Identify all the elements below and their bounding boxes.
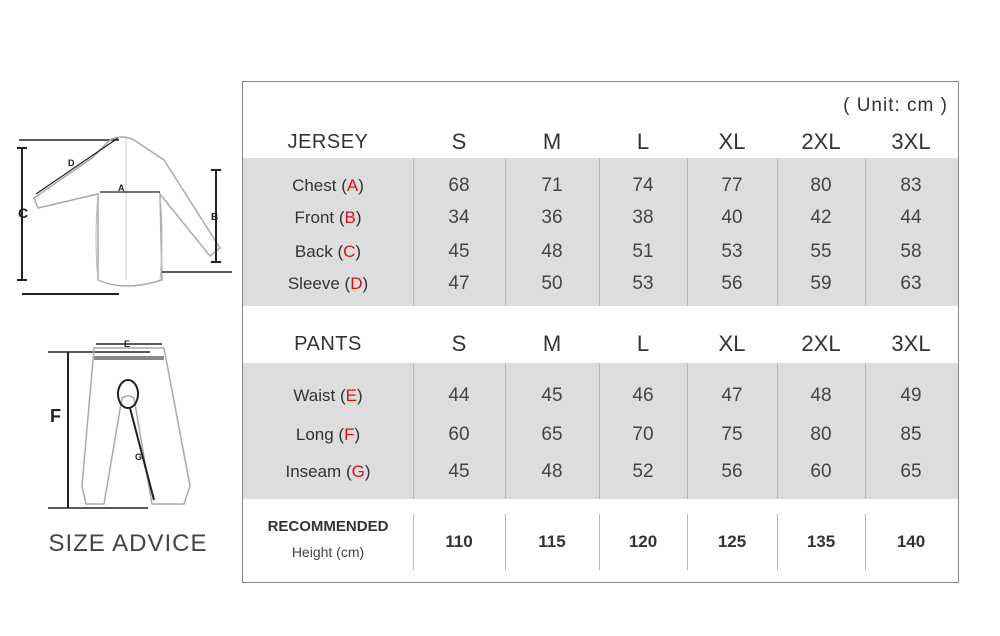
size-advice-caption: SIZE ADVICE bbox=[48, 530, 208, 557]
size-header: L bbox=[636, 129, 650, 154]
letter-g: G bbox=[135, 452, 142, 462]
value-cell: 40 bbox=[721, 207, 743, 228]
value-cell: 45 bbox=[448, 241, 470, 262]
value-cell: 47 bbox=[721, 385, 743, 406]
value-cell: 77 bbox=[721, 175, 743, 196]
value-cell: 36 bbox=[541, 207, 563, 228]
table-row: Waist (E) 44 45 46 47 48 49 bbox=[243, 382, 958, 410]
value-cell: 83 bbox=[900, 175, 922, 196]
letter-c: C bbox=[18, 205, 28, 221]
letter-d: D bbox=[68, 158, 75, 168]
measure-label: Chest (A) bbox=[292, 176, 364, 195]
pants-diagram: E F G bbox=[48, 339, 191, 509]
value-cell: 48 bbox=[810, 385, 832, 406]
value-cell: 60 bbox=[448, 424, 470, 445]
size-header: 2XL bbox=[801, 331, 841, 356]
value-cell: 80 bbox=[810, 424, 832, 445]
value-cell: 56 bbox=[721, 273, 743, 294]
size-header: M bbox=[542, 129, 562, 154]
value-cell: 53 bbox=[721, 241, 743, 262]
size-header: 2XL bbox=[801, 129, 841, 154]
letter-b: B bbox=[211, 212, 218, 223]
value-cell: 44 bbox=[900, 207, 922, 228]
measure-label: Front (B) bbox=[294, 208, 362, 227]
size-chart-table: ( Unit: cm ) JERSEY S M L XL 2XL 3XL Che… bbox=[242, 81, 959, 583]
height-cell: 125 bbox=[717, 532, 747, 551]
value-cell: 63 bbox=[900, 273, 922, 294]
measure-label: Long (F) bbox=[295, 425, 361, 444]
value-cell: 42 bbox=[810, 207, 832, 228]
value-cell: 58 bbox=[900, 241, 922, 262]
jersey-header-row: JERSEY S M L XL 2XL 3XL bbox=[243, 122, 958, 162]
size-header: S bbox=[451, 129, 467, 154]
table-row: Back (C) 45 48 51 53 55 58 bbox=[243, 238, 958, 266]
value-cell: 49 bbox=[900, 385, 922, 406]
value-cell: 52 bbox=[632, 461, 654, 482]
value-cell: 80 bbox=[810, 175, 832, 196]
value-cell: 45 bbox=[541, 385, 563, 406]
height-cell: 120 bbox=[628, 532, 658, 551]
value-cell: 74 bbox=[632, 175, 654, 196]
pants-measure-band: Waist (E) 44 45 46 47 48 49 Long (F) 60 … bbox=[243, 363, 958, 499]
table-row: Front (B) 34 36 38 40 42 44 bbox=[243, 204, 958, 232]
measure-label: Back (C) bbox=[294, 242, 362, 261]
value-cell: 34 bbox=[448, 207, 470, 228]
measure-label: Sleeve (D) bbox=[287, 274, 369, 293]
value-cell: 48 bbox=[541, 461, 563, 482]
value-cell: 50 bbox=[541, 273, 563, 294]
jersey-diagram: C D A B bbox=[17, 136, 232, 295]
recommended-label: RECOMMENDED Height (cm) bbox=[243, 518, 413, 560]
recommended-title: RECOMMENDED bbox=[267, 518, 389, 535]
jersey-measure-band: Chest (A) 68 71 74 77 80 83 Front (B) 34… bbox=[243, 158, 958, 306]
table-row: Inseam (G) 45 48 52 56 60 65 bbox=[243, 458, 958, 486]
value-cell: 65 bbox=[900, 461, 922, 482]
value-cell: 45 bbox=[448, 461, 470, 482]
size-header: XL bbox=[718, 129, 746, 154]
pants-header-row: PANTS S M L XL 2XL 3XL bbox=[243, 324, 958, 364]
pants-title: PANTS bbox=[294, 333, 362, 355]
value-cell: 60 bbox=[810, 461, 832, 482]
value-cell: 38 bbox=[632, 207, 654, 228]
value-cell: 71 bbox=[541, 175, 563, 196]
letter-f: F bbox=[50, 406, 61, 426]
value-cell: 51 bbox=[632, 241, 654, 262]
size-header: L bbox=[636, 331, 650, 356]
value-cell: 47 bbox=[448, 273, 470, 294]
size-header: 3XL bbox=[891, 129, 931, 154]
unit-note: ( Unit: cm ) bbox=[843, 95, 948, 116]
value-cell: 68 bbox=[448, 175, 470, 196]
height-cell: 110 bbox=[445, 532, 473, 551]
measure-label: Inseam (G) bbox=[285, 462, 371, 481]
jersey-title: JERSEY bbox=[287, 131, 369, 153]
value-cell: 75 bbox=[721, 424, 743, 445]
value-cell: 46 bbox=[632, 385, 654, 406]
value-cell: 85 bbox=[900, 424, 922, 445]
value-cell: 44 bbox=[448, 385, 470, 406]
value-cell: 59 bbox=[810, 273, 832, 294]
measure-label: Waist (E) bbox=[293, 386, 363, 405]
height-cell: 135 bbox=[806, 532, 836, 551]
value-cell: 53 bbox=[632, 273, 654, 294]
size-header: 3XL bbox=[891, 331, 931, 356]
recommended-subtitle: Height (cm) bbox=[291, 544, 365, 560]
size-header: S bbox=[451, 331, 467, 356]
value-cell: 65 bbox=[541, 424, 563, 445]
table-row: Chest (A) 68 71 74 77 80 83 bbox=[243, 172, 958, 200]
value-cell: 56 bbox=[721, 461, 743, 482]
value-cell: 55 bbox=[810, 241, 832, 262]
letter-a: A bbox=[118, 183, 125, 193]
size-header: M bbox=[542, 331, 562, 356]
value-cell: 48 bbox=[541, 241, 563, 262]
recommended-height-row: RECOMMENDED Height (cm) 110 115 120 125 … bbox=[243, 514, 958, 570]
table-row: Sleeve (D) 47 50 53 56 59 63 bbox=[243, 270, 958, 298]
table-row: Long (F) 60 65 70 75 80 85 bbox=[243, 421, 958, 449]
value-cell: 70 bbox=[632, 424, 654, 445]
height-cell: 115 bbox=[538, 532, 566, 551]
height-cell: 140 bbox=[896, 532, 926, 551]
size-header: XL bbox=[718, 331, 746, 356]
